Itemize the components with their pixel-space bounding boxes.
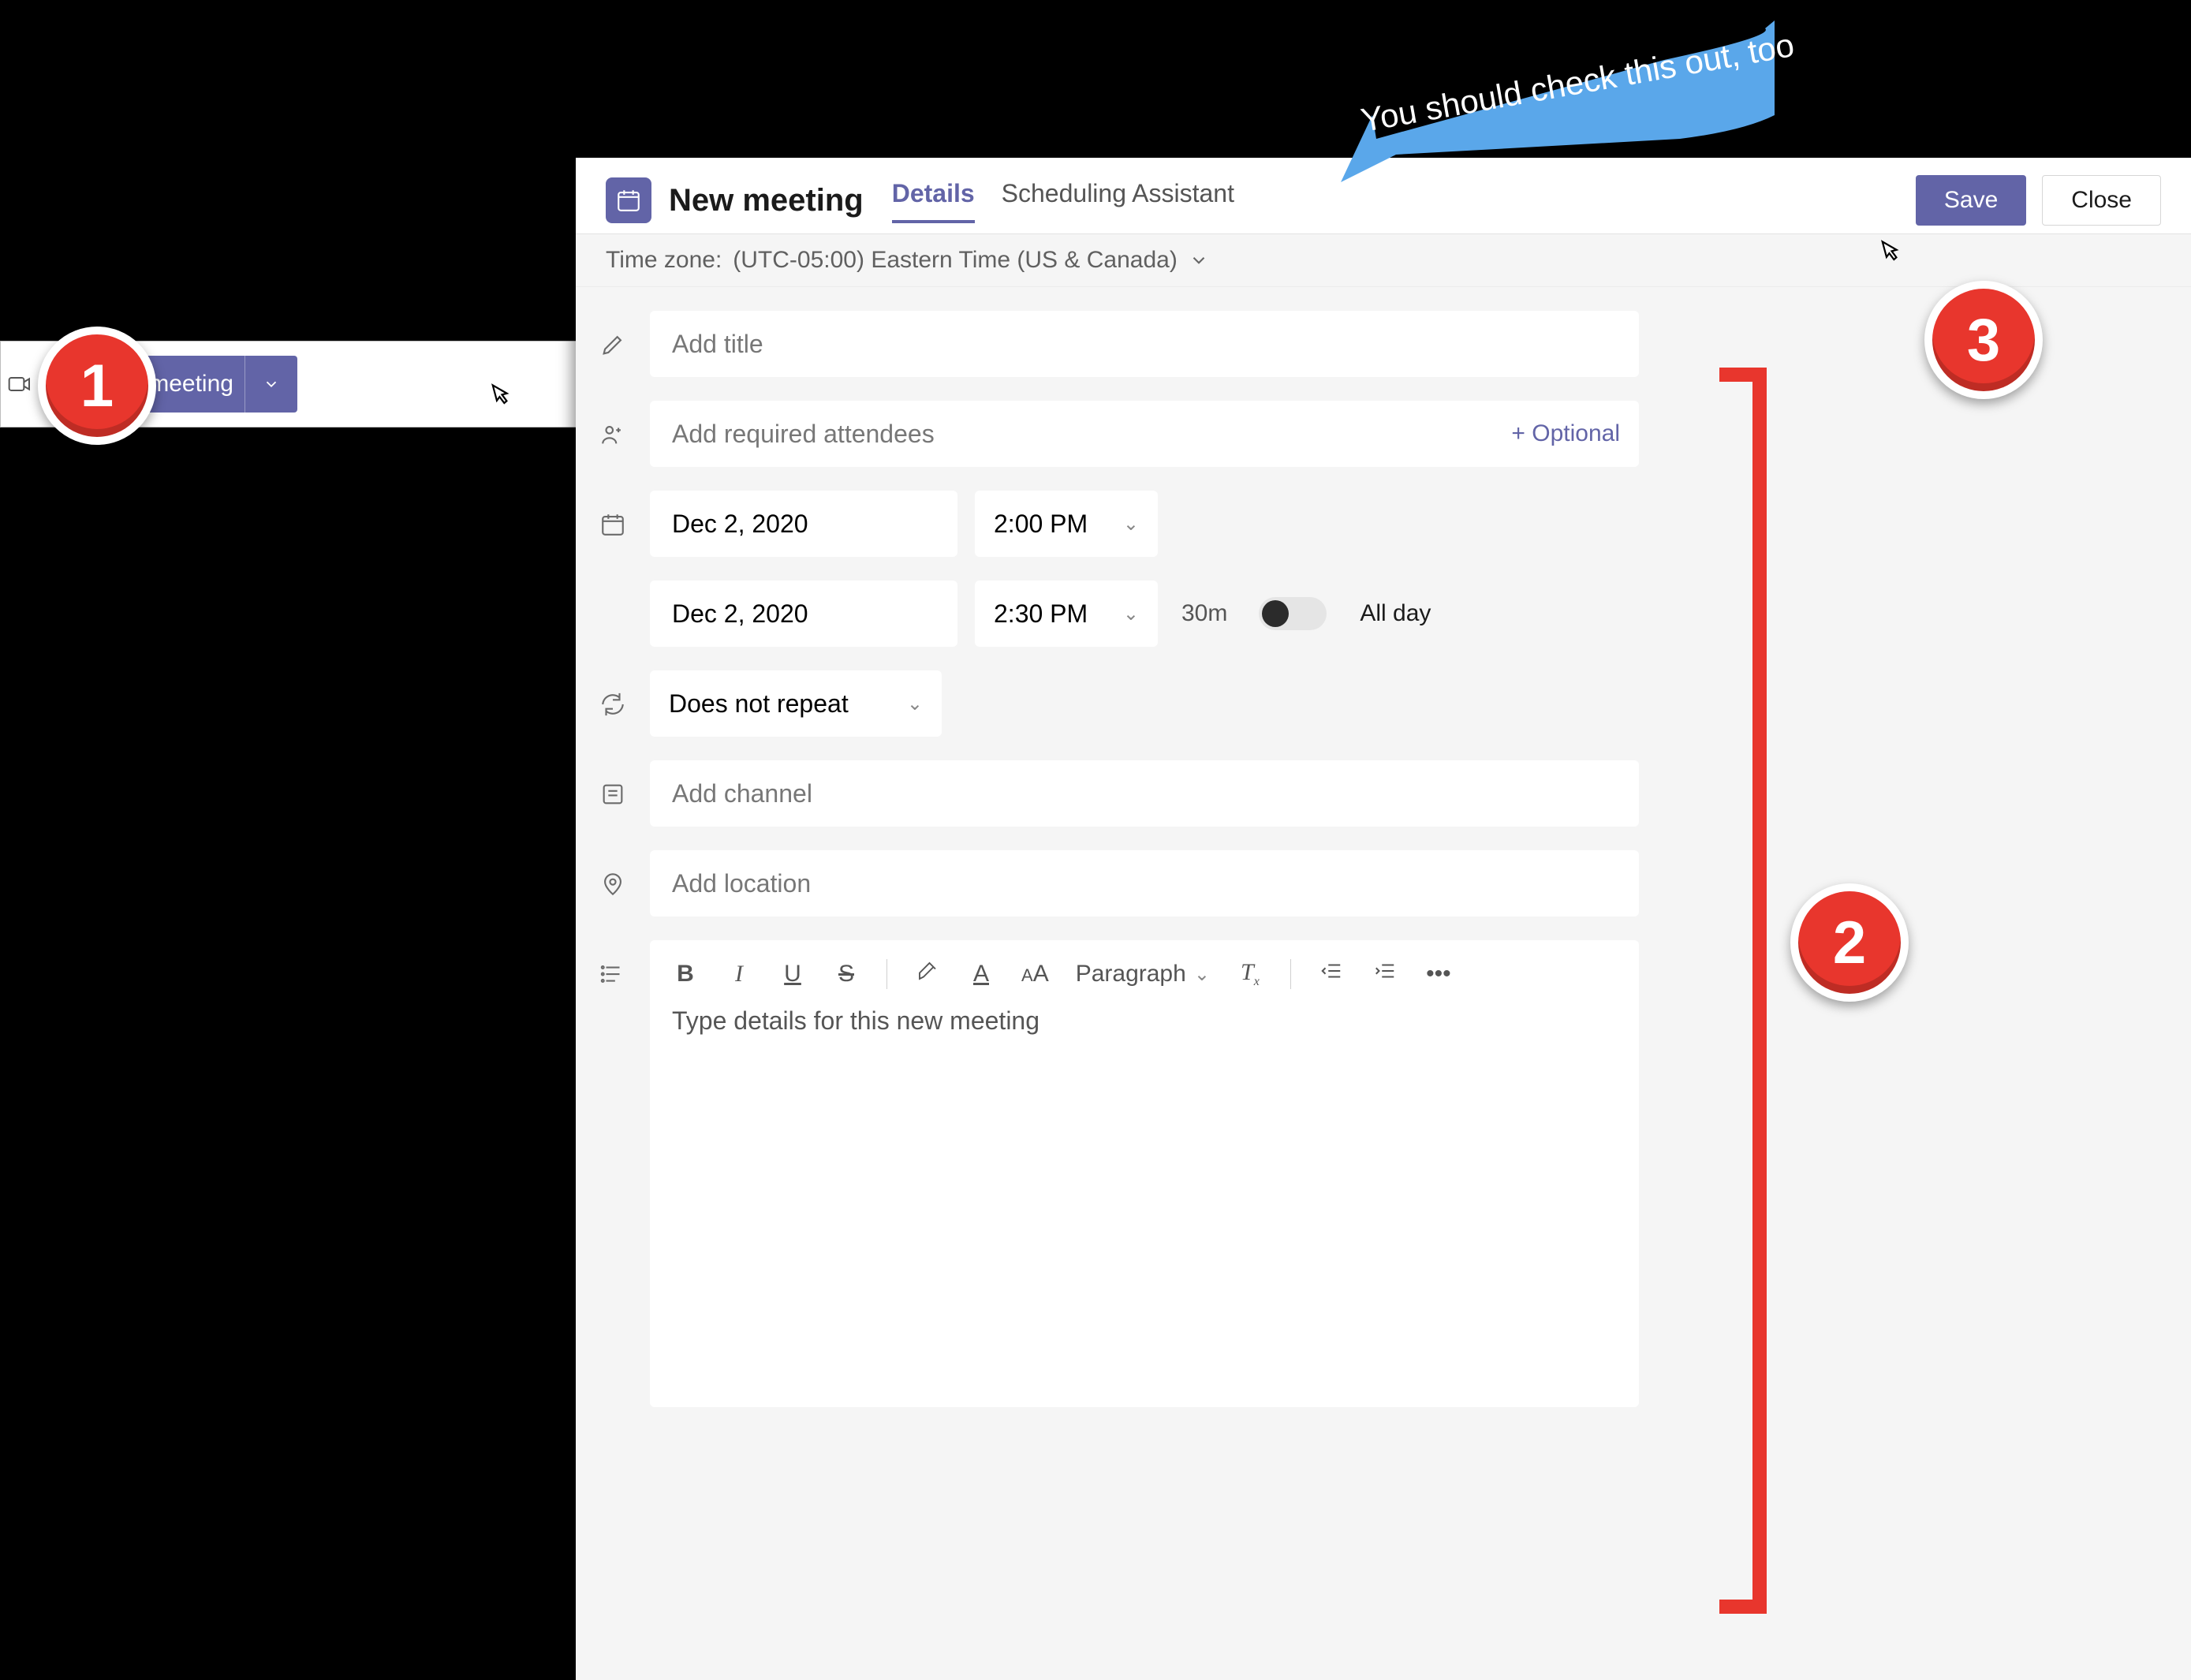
underline-button[interactable]: U (779, 961, 806, 987)
italic-button[interactable]: I (726, 961, 752, 987)
description-editor[interactable]: Type details for this new meeting (650, 997, 1639, 1407)
start-time-input[interactable]: 2:00 PM ⌄ (975, 491, 1158, 557)
recurrence-select[interactable]: Does not repeat ⌄ (650, 670, 942, 737)
indent-button[interactable] (1372, 959, 1398, 989)
annotation-bracket (1719, 368, 1767, 1614)
highlight-button[interactable] (914, 959, 941, 989)
repeat-icon (596, 670, 629, 724)
all-day-label: All day (1360, 600, 1431, 627)
clear-formatting-button[interactable]: Tx (1237, 959, 1263, 989)
page-title: New meeting (669, 183, 864, 218)
channel-input[interactable] (650, 760, 1639, 827)
tab-scheduling-assistant[interactable]: Scheduling Assistant (1002, 179, 1234, 222)
paragraph-style-select[interactable]: Paragraph ⌄ (1076, 961, 1210, 987)
strikethrough-button[interactable]: S (833, 961, 860, 987)
title-input[interactable] (650, 311, 1639, 377)
annotation-callout: You should check this out, too (1333, 21, 1775, 170)
start-date-input[interactable]: Dec 2, 2020 (650, 491, 957, 557)
tab-details[interactable]: Details (892, 179, 975, 222)
pencil-icon (596, 311, 629, 364)
editor-toolbar: B I U S A AA Paragraph ⌄ Tx (650, 940, 1639, 997)
people-icon (596, 401, 629, 454)
save-button[interactable]: Save (1916, 175, 2026, 226)
font-color-button[interactable]: A (968, 961, 995, 987)
all-day-toggle[interactable] (1259, 597, 1327, 630)
timezone-label: Time zone: (606, 247, 722, 274)
attendees-input[interactable] (650, 401, 1639, 467)
chevron-down-icon (1189, 250, 1209, 271)
separator (1290, 959, 1291, 989)
channel-icon (596, 760, 629, 814)
chevron-down-icon: ⌄ (1123, 603, 1139, 625)
location-input[interactable] (650, 850, 1639, 917)
font-size-button[interactable]: AA (1021, 961, 1049, 987)
end-date-input[interactable]: Dec 2, 2020 (650, 581, 957, 647)
duration-label: 30m (1181, 600, 1227, 627)
end-time-input[interactable]: 2:30 PM ⌄ (975, 581, 1158, 647)
chevron-down-icon: ⌄ (1123, 513, 1139, 536)
new-meeting-chevron[interactable] (244, 356, 297, 413)
chevron-down-icon: ⌄ (907, 693, 923, 715)
bold-button[interactable]: B (672, 961, 699, 987)
add-optional-attendees-link[interactable]: + Optional (1511, 401, 1620, 467)
separator (886, 959, 887, 989)
close-button[interactable]: Close (2042, 175, 2161, 226)
calendar-icon (596, 491, 629, 544)
calendar-app-icon (606, 177, 651, 223)
chevron-down-icon: ⌄ (1194, 963, 1210, 986)
description-icon (596, 940, 629, 994)
timezone-value: (UTC-05:00) Eastern Time (US & Canada) (733, 247, 1178, 274)
meet-now-icon (7, 371, 32, 397)
timezone-bar[interactable]: Time zone: (UTC-05:00) Eastern Time (US … (576, 234, 2191, 287)
annotation-badge-3: 3 (1924, 281, 2043, 399)
annotation-badge-1: 1 (38, 327, 156, 445)
outdent-button[interactable] (1318, 959, 1345, 989)
location-icon (596, 850, 629, 904)
more-formatting-button[interactable]: ••• (1425, 961, 1452, 987)
annotation-badge-2: 2 (1790, 883, 1909, 1002)
